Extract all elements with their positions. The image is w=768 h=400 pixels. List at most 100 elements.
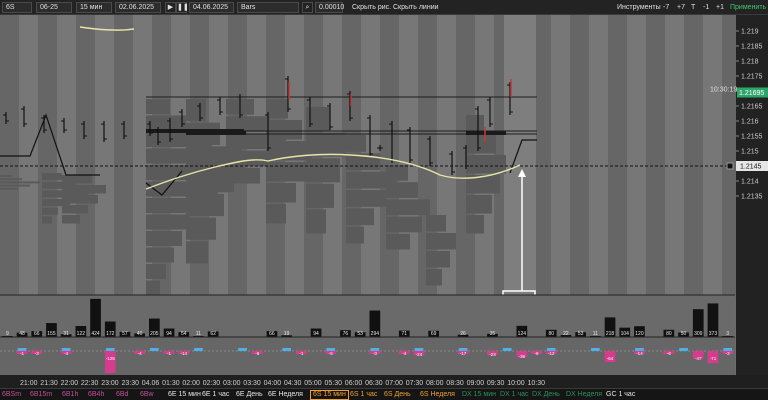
delta-positive-bar [591, 348, 600, 351]
search-icon: ⌕ [305, 4, 310, 11]
timeframe-select[interactable]: 15 мин [76, 2, 112, 13]
current-price-label: 1.21695 [739, 90, 764, 97]
minus-one-button[interactable]: -1 [700, 2, 712, 13]
price-label: 1.2135 [741, 194, 763, 201]
volume-profile-bar [146, 264, 166, 279]
volume-value: 104 [621, 331, 630, 337]
tab-6s-неделя[interactable]: 6S Неделя [420, 390, 455, 400]
volume-profile-bar [146, 280, 160, 296]
volume-profile-bar [266, 183, 296, 203]
delta-value: -3 [373, 351, 377, 356]
session-band [38, 15, 57, 298]
session-band [76, 15, 95, 298]
time-label: 04:30 [284, 380, 302, 387]
play-icon: ▶ [167, 4, 174, 11]
session-band [684, 15, 703, 298]
tab-6bsm[interactable]: 6BSm [2, 390, 21, 400]
tab-6s-15-мин[interactable]: 6S 15 мин [310, 390, 349, 400]
tab-6e-день[interactable]: 6E День [236, 390, 263, 400]
volume-value: 26 [460, 331, 466, 337]
tab-6s-день[interactable]: 6S День [384, 390, 411, 400]
volume-profile-bar [426, 215, 446, 232]
price-label: 1.216 [741, 119, 759, 126]
time-label: 22:00 [61, 380, 79, 387]
volume-profile-bar [386, 216, 422, 233]
tab-gc-1-час[interactable]: GC 1 час [606, 390, 635, 400]
time-label: 04.06 [142, 380, 160, 387]
volume-profile-bar [0, 187, 18, 190]
time-label: 03:30 [243, 380, 261, 387]
tab-dx-15-мин[interactable]: DX 15 мин [462, 390, 496, 400]
tab-6e-1-час[interactable]: 6E 1 час [202, 390, 229, 400]
delta-positive-bar [502, 348, 512, 351]
date-to-field[interactable]: 04.06.2025 [189, 2, 234, 13]
chart-svg[interactable]: 4003002001003948661553112242417257402059… [0, 15, 768, 388]
delta-value: -23 [489, 352, 496, 357]
volume-profile-bar [426, 233, 456, 250]
volume-profile-bar [146, 231, 182, 246]
volume-value: 19 [284, 331, 290, 337]
tab-6b15m[interactable]: 6B15m [30, 390, 52, 400]
delta-positive-bar [105, 348, 115, 351]
delta-positive-bar [723, 348, 732, 351]
tick-size-field[interactable]: 0.00010 [315, 2, 344, 13]
volume-profile-bar [62, 195, 98, 204]
volume-value: 218 [606, 331, 615, 337]
session-band [551, 15, 570, 298]
date-from-field[interactable]: 02.06.2025 [115, 2, 161, 13]
volume-value: 53 [578, 331, 584, 337]
price-label: 1.219 [741, 29, 759, 36]
hide-lines-button[interactable]: Скрыть линии [390, 2, 442, 13]
chart-mode-select[interactable]: Bars [237, 2, 299, 13]
delta-value: -4 [138, 351, 142, 356]
apply-button[interactable]: Применить [727, 2, 768, 13]
time-label: 09:30 [487, 380, 505, 387]
volume-profile-bar [186, 193, 224, 217]
session-band [665, 15, 684, 298]
time-label: 05:00 [304, 380, 322, 387]
search-button[interactable]: ⌕ [302, 2, 313, 13]
tab-6b4h[interactable]: 6B4h [88, 390, 104, 400]
delta-positive-bar [370, 348, 380, 351]
instrument-tabs: 6BSm 6B15m 6B1h 6B4h 6Bd 6Bw 6E 15 мин 6E 1 час… [0, 388, 768, 400]
tab-6e-неделя[interactable]: 6E Неделя [268, 390, 303, 400]
time-axis: 21:00 21:30 22:00 22:30 23:00 23:30 04.06 01:30… [0, 375, 768, 388]
price-label: 1.2175 [741, 74, 763, 81]
zoom-plus-button[interactable]: +7 [674, 2, 688, 13]
hide-drawings-button[interactable]: Скрыть рис. [349, 2, 394, 13]
tab-6s-1-час[interactable]: 6S 1 час [350, 390, 377, 400]
delta-positive-bar [546, 348, 556, 351]
zoom-minus-button[interactable]: -7 [660, 2, 672, 13]
volume-profile-bar [146, 247, 174, 263]
volume-value: 57 [122, 331, 128, 337]
t-button[interactable]: T [688, 2, 698, 13]
plus-one-button[interactable]: +1 [713, 2, 727, 13]
delta-value: -128 [106, 356, 116, 361]
volume-profile-bar [266, 99, 288, 119]
tab-dx-день[interactable]: DX День [532, 390, 560, 400]
tab-6bd[interactable]: 6Bd [116, 390, 128, 400]
contract-value: 06-25 [40, 4, 58, 11]
time-label: 03:00 [223, 380, 241, 387]
chart-area[interactable]: 4003002001003948661553112242417257402059… [0, 15, 768, 400]
volume-value: 124 [518, 331, 527, 337]
time-label: 21:30 [40, 380, 58, 387]
tab-dx-1-час[interactable]: DX 1 час [500, 390, 529, 400]
tab-6bw[interactable]: 6Bw [140, 390, 154, 400]
pause-button[interactable]: ❚❚ [176, 2, 189, 13]
delta-value: -71 [710, 356, 717, 361]
tab-6b1h[interactable]: 6B1h [62, 390, 78, 400]
volume-value: 373 [709, 331, 718, 337]
tab-dx-неделя[interactable]: DX Неделя [566, 390, 602, 400]
play-button[interactable]: ▶ [165, 2, 176, 13]
tab-6e-15-мин[interactable]: 6E 15 мин [168, 390, 201, 400]
delta-panel: 100-100-3.00000-1-3-4-128-4-1-14-8-1-5-3… [0, 336, 768, 375]
time-label: 08:30 [446, 380, 464, 387]
symbol-select[interactable]: 6S [2, 2, 32, 13]
instruments-button[interactable]: Инструменты [614, 2, 664, 13]
contract-select[interactable]: 06-25 [36, 2, 72, 13]
delta-value: -47 [695, 356, 702, 361]
volume-value: 40 [137, 331, 143, 337]
volume-profile-bar [266, 162, 306, 182]
volume-value: 80 [548, 331, 554, 337]
